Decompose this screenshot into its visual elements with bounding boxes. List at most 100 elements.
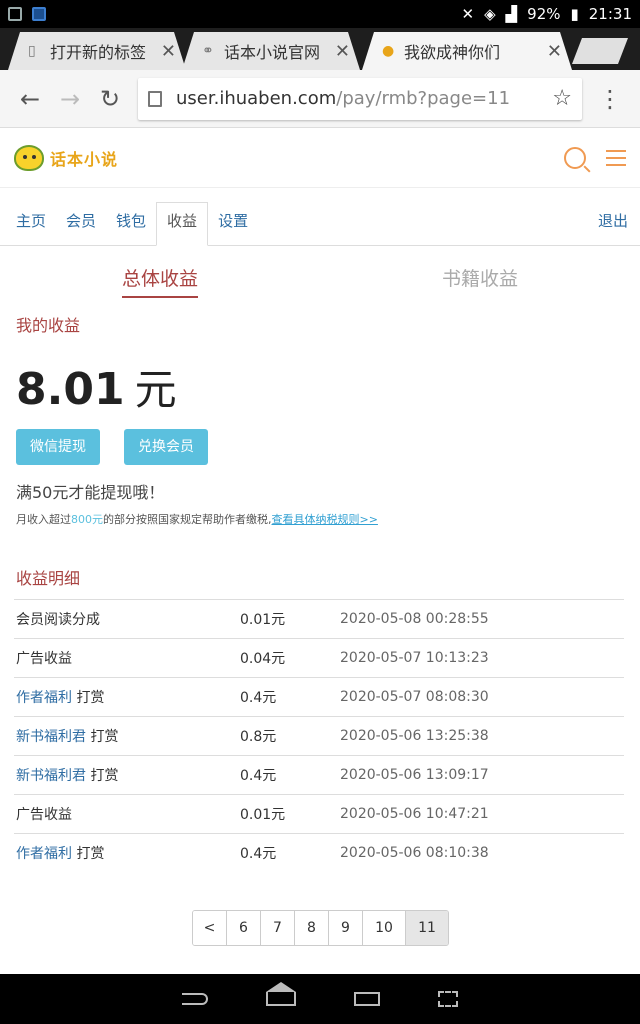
time-cell: 2020-05-06 10:47:21 [338,794,624,834]
amount-cell: 0.8元 [238,716,338,756]
time-cell: 2020-05-06 08:10:38 [338,833,624,873]
document-icon: ▯ [28,43,36,59]
page-icon [148,90,162,107]
earnings-amount: 8.01 元 [0,356,640,417]
amount-value: 8.01 [16,364,125,415]
page-7[interactable]: 7 [261,911,295,945]
source-text: 打赏 [90,729,119,745]
table-row: 作者福利 打赏 0.4元 2020-05-06 08:10:38 [14,833,624,873]
source-text: 打赏 [76,690,105,706]
tab-book-earnings[interactable]: 书籍收益 [320,264,640,291]
source-text: 广告收益 [16,651,72,667]
logout-link[interactable]: 退出 [598,210,628,231]
wifi-icon: ◈ [484,5,496,23]
wechat-withdraw-button[interactable]: 微信提现 [16,429,100,465]
tab-total-earnings[interactable]: 总体收益 [0,264,320,298]
nav-home[interactable]: 主页 [6,201,56,245]
table-row: 新书福利君 打赏 0.8元 2020-05-06 13:25:38 [14,716,624,756]
new-tab-button[interactable] [572,38,628,64]
overflow-menu-icon[interactable]: ⋮ [590,79,630,119]
exchange-membership-button[interactable]: 兑换会员 [124,429,208,465]
back-icon[interactable] [182,993,208,1005]
tax-note: 月收入超过800元的部分按照国家规定帮助作者缴税,查看具体纳税规则>> [0,511,640,527]
page-8[interactable]: 8 [295,911,329,945]
tax-note-suffix: 的部分按照国家规定帮助作者缴税, [103,513,272,526]
source-user-link[interactable]: 作者福利 [16,846,72,862]
forward-arrow-icon[interactable]: → [50,79,90,119]
recent-apps-icon[interactable] [354,992,380,1006]
page-6[interactable]: 6 [227,911,261,945]
tab-label: 总体收益 [121,267,198,298]
source-cell: 新书福利君 打赏 [14,755,238,795]
site-logo[interactable]: 话本小说 [14,144,119,171]
home-icon[interactable] [266,982,296,1006]
my-earnings-title: 我的收益 [16,316,81,335]
back-arrow-icon[interactable]: ← [10,79,50,119]
search-icon[interactable] [564,146,586,169]
source-cell: 作者福利 打赏 [14,677,238,717]
browser-tab-new[interactable]: ▯ 打开新的标签 ✕ [8,32,186,70]
url-bar[interactable]: user.ihuaben.com/pay/rmb?page=11 ☆ [138,77,582,120]
tax-threshold: 800元 [71,513,103,526]
nav-membership[interactable]: 会员 [56,201,106,245]
tab-title: 打开新的标签 [50,43,147,62]
tab-label: 书籍收益 [441,267,518,290]
browser-tab-active[interactable]: ● 我欲成神你们 ✕ [362,32,572,70]
tax-rules-link[interactable]: 查看具体纳税规则>> [272,513,378,526]
tab-title: 我欲成神你们 [404,43,501,62]
table-row: 广告收益 0.01元 2020-05-06 10:47:21 [14,794,624,834]
browser-tab-official[interactable]: ⚭ 话本小说官网 ✕ [182,32,360,70]
source-cell: 新书福利君 打赏 [14,716,238,756]
gallery-notification-icon [8,7,22,21]
nav-earnings[interactable]: 收益 [156,202,209,246]
nav-settings[interactable]: 设置 [208,201,258,245]
hamburger-menu-icon[interactable] [606,149,626,166]
signal-icon: ▟ [505,5,518,23]
page-10[interactable]: 10 [363,911,406,945]
logo-text: 话本小说 [50,149,119,169]
source-cell: 广告收益 [14,638,238,678]
amount-cell: 0.01元 [238,794,338,834]
source-text: 打赏 [76,846,105,863]
earnings-detail-title: 收益明细 [16,569,81,588]
income-tabs: 总体收益 书籍收益 [0,246,640,308]
clock: 21:31 [588,5,632,23]
tax-note-prefix: 月收入超过 [16,513,71,526]
source-user-link[interactable]: 新书福利君 [16,768,86,784]
source-user-link[interactable]: 作者福利 [16,690,72,706]
time-cell: 2020-05-08 00:28:55 [338,599,624,639]
amount-unit: 元 [134,365,177,414]
source-cell: 会员阅读分成 [14,599,238,639]
tab-title: 话本小说官网 [224,43,321,62]
close-icon[interactable]: ✕ [161,41,176,62]
app-notification-icon [32,7,46,21]
amount-cell: 0.4元 [238,755,338,795]
prev-page-button[interactable]: < [193,911,227,945]
url-path: /pay/rmb?page=11 [336,88,511,109]
time-cell: 2020-05-07 10:13:23 [338,638,624,678]
nav-wallet[interactable]: 钱包 [106,201,156,245]
pagination: < 6 7 8 9 10 11 [192,910,449,946]
amount-cell: 0.04元 [238,638,338,678]
time-cell: 2020-05-06 13:09:17 [338,755,624,795]
mute-icon: ✕ [461,5,475,23]
page-9[interactable]: 9 [329,911,363,945]
source-text: 会员阅读分成 [16,612,100,628]
amount-cell: 0.01元 [238,599,338,639]
page-11-current[interactable]: 11 [406,911,448,945]
user-nav: 主页 会员 钱包 收益 设置 退出 [0,188,640,246]
url-host: user.ihuaben.com [176,88,337,109]
min-withdraw-note: 满50元才能提现哦！ [16,483,165,502]
battery-icon: ▮ [570,5,579,23]
amount-cell: 0.4元 [238,833,338,873]
close-icon[interactable]: ✕ [547,41,562,62]
source-user-link[interactable]: 新书福利君 [16,729,86,745]
battery-percent: 92% [527,5,561,23]
screenshot-icon[interactable] [438,991,458,1007]
reload-icon[interactable]: ↻ [90,79,130,119]
time-cell: 2020-05-07 08:08:30 [338,677,624,717]
bookmark-star-icon[interactable]: ☆ [552,86,572,111]
source-cell: 作者福利 打赏 [14,833,238,873]
close-icon[interactable]: ✕ [335,41,350,62]
site-header: 话本小说 [0,128,640,188]
